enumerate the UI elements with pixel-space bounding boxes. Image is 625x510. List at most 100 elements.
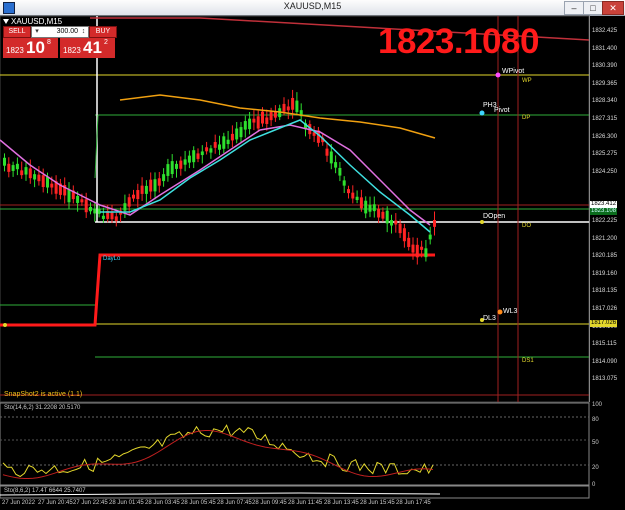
candle-body bbox=[368, 204, 372, 212]
candle-body bbox=[123, 203, 127, 211]
candle-body bbox=[239, 127, 243, 138]
candle-body bbox=[282, 103, 286, 112]
oscillator-title: Sto(14,6,2) 31.2208 20.5170 bbox=[4, 405, 81, 411]
level-label-dp: DP bbox=[522, 115, 531, 121]
candle-body bbox=[355, 196, 359, 201]
candle-body bbox=[359, 197, 363, 209]
level-label-wl3: WL3 bbox=[503, 308, 518, 315]
bid-price-box[interactable]: 1823 10 8 bbox=[3, 38, 58, 58]
ma-cyan bbox=[100, 119, 431, 233]
candle-body bbox=[50, 183, 54, 188]
candle-body bbox=[3, 157, 6, 166]
level-label-dopen: DOpen bbox=[483, 213, 506, 220]
candle-body bbox=[226, 139, 230, 145]
candle-body bbox=[265, 117, 269, 125]
candle-body bbox=[248, 118, 252, 130]
candle-body bbox=[347, 189, 350, 194]
ask-price-box[interactable]: 1823 41 2 bbox=[60, 38, 115, 58]
candle-body bbox=[80, 199, 84, 203]
price-axis-label: 1817.026 bbox=[592, 306, 618, 313]
candle-body bbox=[424, 248, 428, 258]
metatrader-chart-window: XAUUSD,M15 – □ ✕ XAUUSD,M15 SELL ▾ 300.0… bbox=[0, 0, 625, 510]
candlesticks bbox=[3, 89, 436, 265]
candle-body bbox=[222, 136, 226, 149]
candle-body bbox=[402, 228, 406, 242]
chart-grid bbox=[0, 15, 590, 499]
candle-body bbox=[269, 111, 273, 121]
time-axis-label: 28 Jun 17:45 bbox=[396, 500, 431, 506]
candle-body bbox=[170, 161, 174, 175]
time-axis-label: 27 Jun 2022 bbox=[2, 500, 36, 506]
bid-big: 10 bbox=[26, 38, 45, 57]
time-axis-label: 28 Jun 09:45 bbox=[252, 500, 287, 506]
price-axis-label: 1827.315 bbox=[592, 116, 618, 122]
price-axis-label: 1821.200 bbox=[592, 235, 618, 242]
candle-body bbox=[7, 163, 11, 172]
price-axis-label: 1832.425 bbox=[592, 28, 618, 34]
candle-body bbox=[140, 185, 144, 194]
candle-body bbox=[235, 128, 239, 140]
time-axis-label: 27 Jun 22:45 bbox=[73, 500, 108, 506]
price-axis-label: 1819.160 bbox=[592, 270, 618, 277]
buy-button[interactable]: BUY bbox=[89, 26, 117, 38]
level-label-wpivot: WPivot bbox=[502, 68, 525, 75]
candle-body bbox=[187, 155, 191, 163]
time-axis-label: 28 Jun 05:45 bbox=[181, 500, 216, 506]
time-axis-label: 28 Jun 03:45 bbox=[145, 500, 180, 506]
time-axis-label: 28 Jun 01:45 bbox=[109, 500, 144, 506]
price-axis-label: 1830.390 bbox=[592, 63, 618, 70]
big-price-display: 1823.1080 bbox=[378, 22, 539, 61]
lot-spinner-icon[interactable]: ↕ bbox=[80, 27, 87, 37]
candle-body bbox=[114, 216, 118, 222]
ma-orange bbox=[119, 94, 436, 139]
oscillator-level-label: 80 bbox=[592, 417, 599, 423]
candle-body bbox=[127, 197, 131, 207]
candle-body bbox=[377, 208, 381, 218]
candle-body bbox=[218, 144, 221, 150]
candle-body bbox=[398, 223, 402, 234]
candle-body bbox=[162, 174, 166, 182]
candle-body bbox=[205, 147, 209, 152]
candle-body bbox=[24, 167, 28, 175]
price-axis-label: 1831.400 bbox=[592, 45, 618, 52]
wpivot-dot bbox=[495, 72, 501, 78]
lot-dropdown-icon[interactable]: ▾ bbox=[33, 27, 41, 37]
candle-body bbox=[110, 212, 114, 220]
price-axis-label: 1825.275 bbox=[592, 151, 618, 158]
candle-body bbox=[261, 111, 264, 124]
candle-body bbox=[213, 142, 217, 148]
candle-body bbox=[183, 159, 187, 165]
symbol-label: XAUUSD,M15 bbox=[11, 17, 63, 26]
candle-body bbox=[37, 174, 41, 182]
dopen-dot bbox=[480, 220, 484, 224]
sell-button[interactable]: SELL bbox=[3, 26, 31, 38]
time-axis-label: 28 Jun 15:45 bbox=[360, 500, 395, 506]
candle-body bbox=[33, 174, 37, 180]
oscillator-level-label: 0 bbox=[592, 482, 596, 488]
candle-body bbox=[200, 151, 204, 156]
candle-body bbox=[381, 211, 385, 219]
candle-body bbox=[338, 167, 342, 176]
time-axis-label: 27 Jun 20:45 bbox=[38, 500, 73, 506]
lot-size-input[interactable]: ▾ 300.00 ↕ bbox=[31, 26, 89, 38]
price-axis-label: 1820.185 bbox=[592, 253, 618, 260]
wl3-dot bbox=[497, 309, 503, 315]
price-chart-canvas[interactable] bbox=[0, 0, 625, 510]
candle-body bbox=[273, 111, 277, 118]
dropdown-triangle-icon bbox=[3, 19, 9, 24]
oscillator2-title: Sto(8,6,2) 17.4T 6644 25.7407 bbox=[4, 488, 86, 494]
ask-big: 41 bbox=[83, 38, 102, 57]
candle-body bbox=[295, 100, 299, 113]
symbol-header[interactable]: XAUUSD,M15 bbox=[3, 17, 62, 26]
candle-body bbox=[372, 204, 376, 212]
candle-body bbox=[11, 165, 15, 171]
candle-body bbox=[390, 220, 393, 226]
oscillator-panel-border bbox=[0, 402, 590, 486]
candle-body bbox=[67, 189, 71, 203]
price-axis-label: 1828.340 bbox=[592, 98, 618, 105]
ask-sup: 2 bbox=[104, 39, 108, 46]
candle-body bbox=[15, 163, 19, 170]
candle-body bbox=[97, 208, 101, 214]
candle-body bbox=[175, 163, 178, 169]
oscillator-level-label: 100 bbox=[592, 402, 603, 408]
